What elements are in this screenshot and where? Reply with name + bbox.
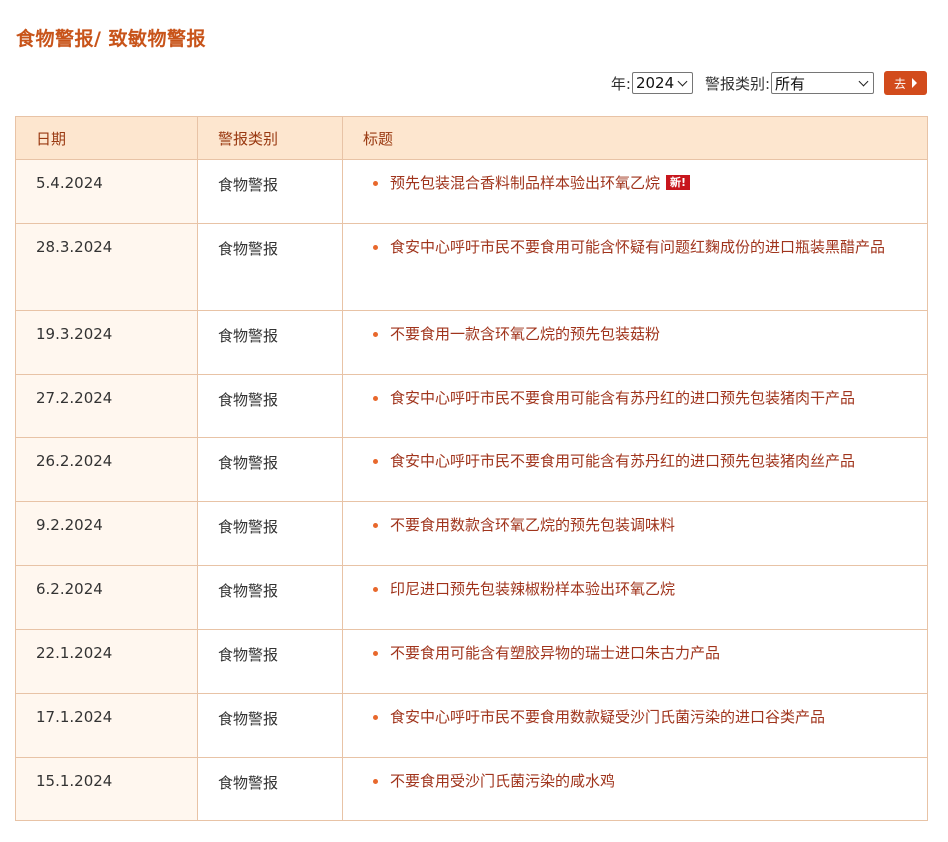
row-title-cell: 食安中心呼吁市民不要食用可能含有苏丹红的进口预先包装猪肉丝产品 <box>342 437 928 502</box>
row-category: 食物警报 <box>197 374 343 438</box>
alert-title: 不要食用受沙门氏菌污染的咸水鸡 <box>390 772 616 790</box>
row-date: 5.4.2024 <box>15 159 198 224</box>
row-title-cell: 食安中心呼吁市民不要食用数款疑受沙门氏菌污染的进口谷类产品 <box>342 693 928 758</box>
alert-title: 食安中心呼吁市民不要食用可能含有苏丹红的进口预先包装猪肉丝产品 <box>390 452 856 470</box>
table-header-row: 日期 警报类别 标题 <box>15 116 928 160</box>
chevron-down-icon <box>858 76 869 86</box>
row-date: 19.3.2024 <box>15 310 198 375</box>
alert-title: 印尼进口预先包装辣椒粉样本验出环氧乙烷 <box>390 580 676 598</box>
alert-title: 不要食用数款含环氧乙烷的预先包装调味料 <box>390 516 676 534</box>
go-button-label: 去 <box>893 76 906 91</box>
alert-title-link[interactable]: 不要食用数款含环氧乙烷的预先包装调味料 <box>363 513 907 537</box>
bullet-icon <box>373 332 378 337</box>
header-title: 标题 <box>342 116 928 160</box>
new-badge: 新! <box>666 175 691 190</box>
header-date: 日期 <box>15 116 198 160</box>
alerts-table: 日期 警报类别 标题 5.4.2024 食物警报 预先包装混合香料制品样本验出环… <box>15 116 928 821</box>
alert-title-link[interactable]: 印尼进口预先包装辣椒粉样本验出环氧乙烷 <box>363 577 907 601</box>
table-row: 17.1.2024 食物警报 食安中心呼吁市民不要食用数款疑受沙门氏菌污染的进口… <box>15 693 928 758</box>
row-title-cell: 不要食用受沙门氏菌污染的咸水鸡 <box>342 757 928 821</box>
table-row: 15.1.2024 食物警报 不要食用受沙门氏菌污染的咸水鸡 <box>15 757 928 821</box>
alert-title-link[interactable]: 食安中心呼吁市民不要食用数款疑受沙门氏菌污染的进口谷类产品 <box>363 705 907 729</box>
bullet-icon <box>373 715 378 720</box>
row-category: 食物警报 <box>197 159 343 224</box>
alert-title: 食安中心呼吁市民不要食用可能含有苏丹红的进口预先包装猪肉干产品 <box>390 389 856 407</box>
go-button[interactable]: 去 <box>884 71 927 95</box>
row-category: 食物警报 <box>197 629 343 694</box>
table-row: 5.4.2024 食物警报 预先包装混合香料制品样本验出环氧乙烷 新! <box>15 159 928 224</box>
alert-title-link[interactable]: 食安中心呼吁市民不要食用可能含怀疑有问题红麴成份的进口瓶装黑醋产品 <box>363 235 907 259</box>
row-category: 食物警报 <box>197 501 343 566</box>
row-date: 6.2.2024 <box>15 565 198 630</box>
alert-title: 不要食用可能含有塑胶异物的瑞士进口朱古力产品 <box>390 644 721 662</box>
row-title-cell: 不要食用一款含环氧乙烷的预先包装菇粉 <box>342 310 928 375</box>
table-row: 28.3.2024 食物警报 食安中心呼吁市民不要食用可能含怀疑有问题红麴成份的… <box>15 223 928 311</box>
arrow-right-icon <box>912 78 917 88</box>
alert-title-link[interactable]: 食安中心呼吁市民不要食用可能含有苏丹红的进口预先包装猪肉丝产品 <box>363 449 907 473</box>
table-row: 9.2.2024 食物警报 不要食用数款含环氧乙烷的预先包装调味料 <box>15 501 928 566</box>
bullet-icon <box>373 181 378 186</box>
header-category: 警报类别 <box>197 116 343 160</box>
table-row: 6.2.2024 食物警报 印尼进口预先包装辣椒粉样本验出环氧乙烷 <box>15 565 928 630</box>
table-row: 27.2.2024 食物警报 食安中心呼吁市民不要食用可能含有苏丹红的进口预先包… <box>15 374 928 438</box>
alert-title: 不要食用一款含环氧乙烷的预先包装菇粉 <box>390 325 661 343</box>
table-row: 26.2.2024 食物警报 食安中心呼吁市民不要食用可能含有苏丹红的进口预先包… <box>15 437 928 502</box>
bullet-icon <box>373 459 378 464</box>
alert-title-link[interactable]: 预先包装混合香料制品样本验出环氧乙烷 新! <box>363 171 907 195</box>
filter-bar: 年: 2024 警报类别: 所有 去 <box>611 71 927 95</box>
row-title-cell: 不要食用可能含有塑胶异物的瑞士进口朱古力产品 <box>342 629 928 694</box>
row-category: 食物警报 <box>197 565 343 630</box>
alert-title-link[interactable]: 不要食用一款含环氧乙烷的预先包装菇粉 <box>363 322 907 346</box>
row-category: 食物警报 <box>197 310 343 375</box>
alert-type-select[interactable]: 所有 <box>771 72 874 94</box>
row-date: 26.2.2024 <box>15 437 198 502</box>
alert-type-select-value: 所有 <box>775 74 806 93</box>
bullet-icon <box>373 651 378 656</box>
row-title-cell: 食安中心呼吁市民不要食用可能含有苏丹红的进口预先包装猪肉干产品 <box>342 374 928 438</box>
bullet-icon <box>373 587 378 592</box>
bullet-icon <box>373 245 378 250</box>
row-date: 15.1.2024 <box>15 757 198 821</box>
year-select[interactable]: 2024 <box>631 72 693 94</box>
table-row: 19.3.2024 食物警报 不要食用一款含环氧乙烷的预先包装菇粉 <box>15 310 928 375</box>
year-label: 年: <box>610 74 631 93</box>
row-title-cell: 不要食用数款含环氧乙烷的预先包装调味料 <box>342 501 928 566</box>
row-category: 食物警报 <box>197 223 343 311</box>
row-date: 28.3.2024 <box>15 223 198 311</box>
year-select-value: 2024 <box>635 74 675 92</box>
row-title-cell: 食安中心呼吁市民不要食用可能含怀疑有问题红麴成份的进口瓶装黑醋产品 <box>342 223 928 311</box>
bullet-icon <box>373 396 378 401</box>
row-date: 9.2.2024 <box>15 501 198 566</box>
row-title-cell: 印尼进口预先包装辣椒粉样本验出环氧乙烷 <box>342 565 928 630</box>
bullet-icon <box>373 523 378 528</box>
alert-title: 食安中心呼吁市民不要食用可能含怀疑有问题红麴成份的进口瓶装黑醋产品 <box>390 238 886 256</box>
alert-title-link[interactable]: 食安中心呼吁市民不要食用可能含有苏丹红的进口预先包装猪肉干产品 <box>363 386 907 410</box>
bullet-icon <box>373 779 378 784</box>
alert-title-link[interactable]: 不要食用受沙门氏菌污染的咸水鸡 <box>363 769 907 793</box>
alert-title: 预先包装混合香料制品样本验出环氧乙烷 <box>390 174 661 192</box>
page-title: 食物警报/ 致敏物警报 <box>16 28 207 50</box>
row-title-cell: 预先包装混合香料制品样本验出环氧乙烷 新! <box>342 159 928 224</box>
alert-title-link[interactable]: 不要食用可能含有塑胶异物的瑞士进口朱古力产品 <box>363 641 907 665</box>
row-date: 22.1.2024 <box>15 629 198 694</box>
alert-title: 食安中心呼吁市民不要食用数款疑受沙门氏菌污染的进口谷类产品 <box>390 708 826 726</box>
row-category: 食物警报 <box>197 437 343 502</box>
row-category: 食物警报 <box>197 693 343 758</box>
chevron-down-icon <box>677 76 688 86</box>
table-row: 22.1.2024 食物警报 不要食用可能含有塑胶异物的瑞士进口朱古力产品 <box>15 629 928 694</box>
alert-type-label: 警报类别: <box>704 74 770 93</box>
row-category: 食物警报 <box>197 757 343 821</box>
row-date: 17.1.2024 <box>15 693 198 758</box>
row-date: 27.2.2024 <box>15 374 198 438</box>
